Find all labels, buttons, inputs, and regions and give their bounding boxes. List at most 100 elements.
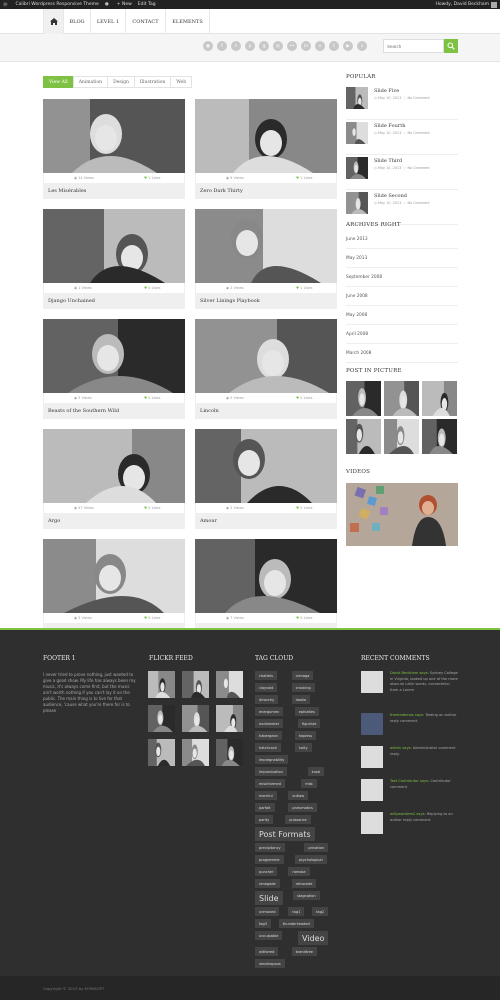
comment-avatar[interactable]	[361, 671, 383, 693]
tag-link[interactable]: psychological	[294, 855, 327, 864]
tag-link[interactable]: unculpable	[255, 931, 283, 940]
tag-link[interactable]: claycold	[255, 683, 278, 692]
likes-button[interactable]: ♥ 0 Likes	[296, 396, 312, 400]
flickr-photo[interactable]	[182, 671, 209, 698]
edit-tag-link[interactable]: Edit Tag	[135, 0, 159, 9]
dribbble-icon[interactable]: ◎	[273, 41, 283, 51]
flickr-photo[interactable]	[148, 671, 175, 698]
search-input[interactable]	[383, 39, 444, 53]
tag-link[interactable]: xenotropous	[255, 959, 285, 968]
google-plus-icon[interactable]: g	[259, 41, 269, 51]
tag-link[interactable]: puncher	[255, 867, 278, 876]
portfolio-card[interactable]: ◉ 9 Views ♥ 1 Likes Zero Dark Thirty	[195, 99, 337, 203]
portfolio-image[interactable]	[43, 209, 185, 283]
likes-button[interactable]: ♥ 1 Likes	[296, 176, 312, 180]
comment-avatar[interactable]	[361, 713, 383, 735]
picture-thumbnail[interactable]	[422, 419, 457, 454]
flickr-photo[interactable]	[148, 705, 175, 732]
popular-post[interactable]: Slide Five ◷ May 10, 2013 ◌ No Comment	[346, 87, 458, 120]
tag-link[interactable]: thunderheaded	[278, 919, 314, 928]
portfolio-image[interactable]	[195, 99, 337, 173]
tag-link[interactable]: Slide	[255, 891, 283, 905]
filter-animation[interactable]: Animation	[72, 76, 109, 88]
likes-button[interactable]: ♥ 0 Likes	[296, 506, 312, 510]
tag-link[interactable]: habergeon	[255, 731, 282, 740]
filter-design[interactable]: Design	[107, 76, 135, 88]
facebook-icon[interactable]: f	[217, 41, 227, 51]
portfolio-image[interactable]	[43, 319, 185, 393]
vimeo-icon[interactable]: v	[315, 41, 325, 51]
new-button[interactable]: + New	[114, 0, 135, 9]
archive-link[interactable]: June 2008	[346, 288, 458, 306]
tag-link[interactable]: pneumatics	[288, 803, 317, 812]
popular-title[interactable]: Slide Fourth	[374, 123, 405, 129]
portfolio-card[interactable]: ◉ 2 Views ♥ 1 Likes Silver Linings Playboo…	[195, 209, 337, 313]
tag-link[interactable]: programme	[255, 855, 284, 864]
portfolio-title[interactable]: Argo	[43, 513, 185, 529]
tag-link[interactable]: tag2	[312, 907, 329, 916]
twitter-icon[interactable]: t	[231, 41, 241, 51]
nav-item-contact[interactable]: CONTACT	[126, 9, 166, 34]
popular-thumbnail[interactable]	[346, 87, 368, 109]
tag-link[interactable]: eudiometer	[255, 719, 284, 728]
tag-link[interactable]: chattels	[255, 671, 277, 680]
portfolio-card[interactable]: ◉ 3 Views ♥ 0 Likes Amour	[195, 429, 337, 533]
tumblr-icon[interactable]: t	[329, 41, 339, 51]
tag-link[interactable]: puissance	[285, 815, 311, 824]
filter-web[interactable]: Web	[170, 76, 193, 88]
comment-author-link[interactable]: willywonkers2 says:	[390, 812, 426, 816]
likes-button[interactable]: ♥ 0 Likes	[144, 506, 160, 510]
archive-link[interactable]: September 2008	[346, 269, 458, 287]
portfolio-title[interactable]: Amour	[195, 513, 337, 529]
wp-logo-button[interactable]: Ⓦ	[0, 0, 13, 9]
portfolio-title[interactable]: Les Misérables	[43, 183, 185, 199]
portfolio-card[interactable]: ◉ 57 Views ♥ 0 Likes Argo	[43, 429, 185, 533]
popular-post[interactable]: Slide Fourth ◷ May 10, 2013 ◌ No Comment	[346, 122, 458, 155]
linkedin-icon[interactable]: in	[301, 41, 311, 51]
tag-link[interactable]: ramose	[288, 867, 310, 876]
tag-link[interactable]: dinarchy	[255, 695, 279, 704]
tag-link[interactable]: misinformed	[255, 779, 285, 788]
portfolio-image[interactable]	[195, 429, 337, 503]
popular-post[interactable]: Slide Second ◷ May 10, 2013 ◌ No Comment	[346, 192, 458, 225]
flickr-photo[interactable]	[216, 739, 243, 766]
popular-thumbnail[interactable]	[346, 122, 368, 144]
tag-link[interactable]: renegade	[255, 879, 280, 888]
tag-link[interactable]: crushing	[291, 683, 315, 692]
popular-thumbnail[interactable]	[346, 192, 368, 214]
tag-link[interactable]: tag3	[255, 919, 271, 928]
archive-link[interactable]: May 2008	[346, 307, 458, 325]
tag-link[interactable]: energumen	[255, 707, 284, 716]
flickr-photo[interactable]	[216, 671, 243, 698]
nav-item-blog[interactable]: BLOG	[64, 9, 91, 34]
picture-thumbnail[interactable]	[384, 381, 419, 416]
picture-thumbnail[interactable]	[346, 419, 381, 454]
tag-link[interactable]: stagnation	[293, 891, 320, 900]
likes-button[interactable]: ♥ 1 Likes	[144, 176, 160, 180]
tag-link[interactable]: outlaw	[288, 791, 309, 800]
portfolio-title[interactable]: Zero Dark Thirty	[195, 183, 337, 199]
filter-view-all[interactable]: View All	[43, 76, 74, 88]
flickr-photo[interactable]	[182, 739, 209, 766]
pinterest-icon[interactable]: p	[245, 41, 255, 51]
comment-avatar[interactable]	[361, 746, 383, 768]
popular-post[interactable]: Slide Third ◷ May 10, 2013 ◌ No Comment	[346, 157, 458, 190]
comment-avatar[interactable]	[361, 779, 383, 801]
tag-link[interactable]: parity	[255, 815, 274, 824]
portfolio-title[interactable]: Lincoln	[195, 403, 337, 419]
tag-link[interactable]: Video	[298, 931, 329, 945]
skype-icon[interactable]: s	[357, 41, 367, 51]
portfolio-card[interactable]: ◉ 1 Views ♥ 0 Likes Django Unchained	[43, 209, 185, 313]
comment-author-link[interactable]: Test Contributor says:	[390, 779, 429, 783]
tag-link[interactable]: Post Formats	[255, 827, 315, 841]
archive-link[interactable]: April 2008	[346, 326, 458, 344]
nav-item-elements[interactable]: ELEMENTS	[166, 9, 210, 34]
tag-link[interactable]: hapless	[294, 731, 317, 740]
tag-link[interactable]: hoity	[294, 743, 312, 752]
tag-link[interactable]: kraal	[307, 767, 325, 776]
home-button[interactable]	[43, 9, 64, 34]
likes-button[interactable]: ♥ 0 Likes	[144, 286, 160, 290]
portfolio-image[interactable]	[195, 319, 337, 393]
picture-thumbnail[interactable]	[384, 419, 419, 454]
tag-link[interactable]: mist	[301, 779, 317, 788]
